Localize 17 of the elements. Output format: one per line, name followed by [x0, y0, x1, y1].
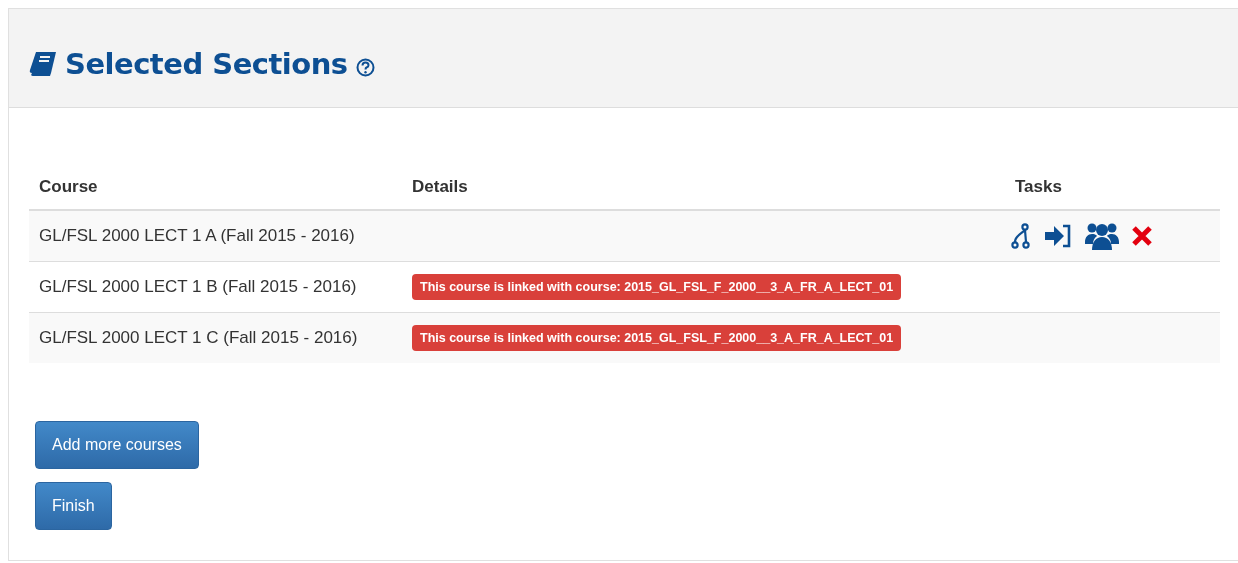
help-icon[interactable]: [355, 57, 375, 77]
panel-title: Selected Sections: [65, 47, 348, 81]
users-icon[interactable]: [1085, 222, 1119, 250]
column-header: Tasks: [1015, 176, 1062, 196]
linked-course-label: This course is linked with course: 2015_GL_FSL_F_2000__3_A_FR_A_LECT_01: [412, 274, 902, 300]
book-icon: [29, 51, 57, 77]
course-name: GL/FSL 2000 LECT 1 A (Fall 2015 - 2016): [39, 226, 355, 245]
action-button[interactable]: Finish: [35, 482, 112, 530]
action-button[interactable]: Add more courses: [35, 421, 199, 469]
sign-in-icon[interactable]: [1043, 224, 1073, 248]
linked-course-label: This course is linked with course: 2015_GL_FSL_F_2000__3_A_FR_A_LECT_01: [412, 325, 902, 351]
column-header: Course: [39, 176, 98, 196]
course-name: GL/FSL 2000 LECT 1 B (Fall 2015 - 2016): [39, 277, 357, 296]
close-icon[interactable]: [1131, 225, 1153, 247]
course-name: GL/FSL 2000 LECT 1 C (Fall 2015 - 2016): [39, 328, 358, 347]
column-header: Details: [412, 176, 468, 196]
branch-icon[interactable]: [1011, 223, 1031, 249]
